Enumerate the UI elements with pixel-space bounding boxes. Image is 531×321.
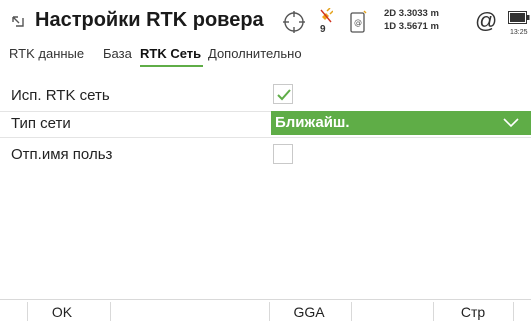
use-rtk-network-checkbox[interactable] bbox=[273, 84, 293, 104]
tab-bar: RTK данные База RTK Сеть Дополнительно bbox=[0, 46, 531, 70]
satellite-count: 9 bbox=[320, 24, 326, 35]
header-bar: Настройки RTK ровера 9 @ 2D 3.3033 m 1D … bbox=[0, 0, 531, 44]
precision-2d-text: 2D 3.3033 m bbox=[384, 8, 439, 19]
softkey-f2-button[interactable] bbox=[110, 300, 190, 321]
network-type-dropdown[interactable]: Ближайш. bbox=[271, 111, 531, 135]
softkey-divider bbox=[513, 302, 514, 321]
softkey-f4-button[interactable] bbox=[351, 300, 431, 321]
page-title: Настройки RTK ровера bbox=[35, 9, 264, 31]
softkey-ok-button[interactable]: OK bbox=[22, 300, 102, 321]
tab-rtk-data[interactable]: RTK данные bbox=[9, 46, 84, 61]
use-rtk-network-row: Исп. RTK сеть bbox=[0, 82, 531, 110]
softkey-divider bbox=[27, 302, 28, 321]
time-text: 13:25 bbox=[510, 29, 528, 36]
softkey-page-button[interactable]: Стр bbox=[433, 300, 513, 321]
network-type-value: Ближайш. bbox=[275, 114, 350, 131]
battery-icon[interactable] bbox=[508, 11, 530, 24]
svg-text:@: @ bbox=[354, 18, 362, 27]
rtk-rover-settings-screen: Настройки RTK ровера 9 @ 2D 3.3033 m 1D … bbox=[0, 0, 531, 321]
gnss-crosshair-icon[interactable] bbox=[282, 10, 306, 34]
tab-rtk-network[interactable]: RTK Сеть bbox=[140, 46, 201, 61]
send-user-name-label: Отп.имя польз bbox=[11, 146, 113, 163]
precision-1d-text: 1D 3.5671 m bbox=[384, 21, 439, 32]
send-user-name-row: Отп.имя польз bbox=[0, 140, 531, 168]
row-separator bbox=[0, 137, 531, 138]
device-connection-icon[interactable]: @ bbox=[349, 10, 367, 34]
chevron-down-icon bbox=[503, 118, 519, 128]
network-type-row: Тип сети Ближайш. bbox=[0, 111, 531, 137]
softkey-bar: OK GGA Стр bbox=[0, 299, 531, 321]
tab-additional[interactable]: Дополнительно bbox=[208, 46, 302, 61]
tab-base[interactable]: База bbox=[103, 46, 132, 61]
active-tab-indicator bbox=[140, 65, 203, 67]
checkmark-icon bbox=[277, 89, 291, 101]
network-type-label: Тип сети bbox=[11, 115, 71, 132]
at-icon[interactable]: @ bbox=[475, 8, 497, 34]
send-user-name-checkbox[interactable] bbox=[273, 144, 293, 164]
use-rtk-network-label: Исп. RTK сеть bbox=[11, 87, 110, 104]
satellite-icon[interactable] bbox=[319, 8, 333, 24]
back-icon[interactable] bbox=[10, 13, 26, 31]
softkey-gga-button[interactable]: GGA bbox=[269, 300, 349, 321]
